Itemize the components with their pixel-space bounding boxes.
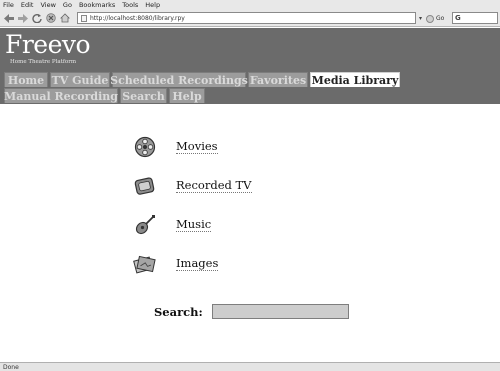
freevo-tagline: Home Theatre Platform [10,59,77,65]
url-text: http://localhost:8080/library.rpy [90,14,185,22]
tab-search[interactable]: Search [120,88,167,103]
library-item-label[interactable]: Movies [176,140,218,154]
browser-statusbar: Done [0,362,500,371]
back-arrow-icon[interactable] [3,13,14,24]
menu-edit[interactable]: Edit [21,1,34,9]
tab-tv-guide[interactable]: TV Guide [50,72,110,87]
page-icon [81,14,87,22]
browser-toolbar: http://localhost:8080/library.rpy ▾ Go G [0,10,500,27]
menu-go[interactable]: Go [63,1,72,9]
library-item-label[interactable]: Recorded TV [176,179,252,193]
reload-icon[interactable] [31,13,42,24]
library-search: Search: [154,304,349,319]
freevo-header: Freevo Home Theatre Platform Home TV Gui… [0,28,500,104]
go-button[interactable]: Go [426,13,444,24]
guitar-icon [132,213,158,237]
tab-manual-recording[interactable]: Manual Recording [4,88,118,103]
browser-menubar: File Edit View Go Bookmarks Tools Help [0,0,500,10]
tab-row-1: Home TV Guide Scheduled Recordings Favor… [4,72,400,87]
tab-scheduled-recordings[interactable]: Scheduled Recordings [110,72,248,87]
url-bar[interactable]: http://localhost:8080/library.rpy [77,12,416,24]
library-search-input[interactable] [211,304,349,319]
status-text: Done [3,363,19,371]
tab-row-2: Manual Recording Search Help [4,88,205,103]
media-library-content: Movies Recorded TV Music Images Search: [0,104,500,362]
film-reel-icon [132,135,158,159]
television-icon [132,174,158,198]
home-icon[interactable] [59,13,70,24]
tab-media-library[interactable]: Media Library [310,72,400,87]
library-item-label[interactable]: Images [176,257,219,271]
stop-icon[interactable] [45,13,56,24]
freevo-logo: Freevo [5,30,91,59]
library-item-images[interactable]: Images [132,252,219,276]
library-item-label[interactable]: Music [176,218,212,232]
menu-view[interactable]: View [40,1,55,9]
library-item-recorded-tv[interactable]: Recorded TV [132,174,252,198]
library-item-music[interactable]: Music [132,213,212,237]
menu-help[interactable]: Help [145,1,160,9]
tab-favorites[interactable]: Favorites [248,72,308,87]
url-dropdown-icon[interactable]: ▾ [417,14,424,22]
menu-bookmarks[interactable]: Bookmarks [79,1,115,9]
photos-icon [132,252,158,276]
library-item-movies[interactable]: Movies [132,135,218,159]
tab-home[interactable]: Home [4,72,48,87]
search-label: Search: [154,304,203,319]
tab-help[interactable]: Help [169,88,205,103]
google-icon: G [455,14,461,22]
menu-tools[interactable]: Tools [122,1,138,9]
go-label: Go [436,15,445,22]
forward-arrow-icon[interactable] [17,13,28,24]
menu-file[interactable]: File [3,1,14,9]
browser-search-box[interactable]: G [452,12,498,24]
go-icon [426,14,434,23]
